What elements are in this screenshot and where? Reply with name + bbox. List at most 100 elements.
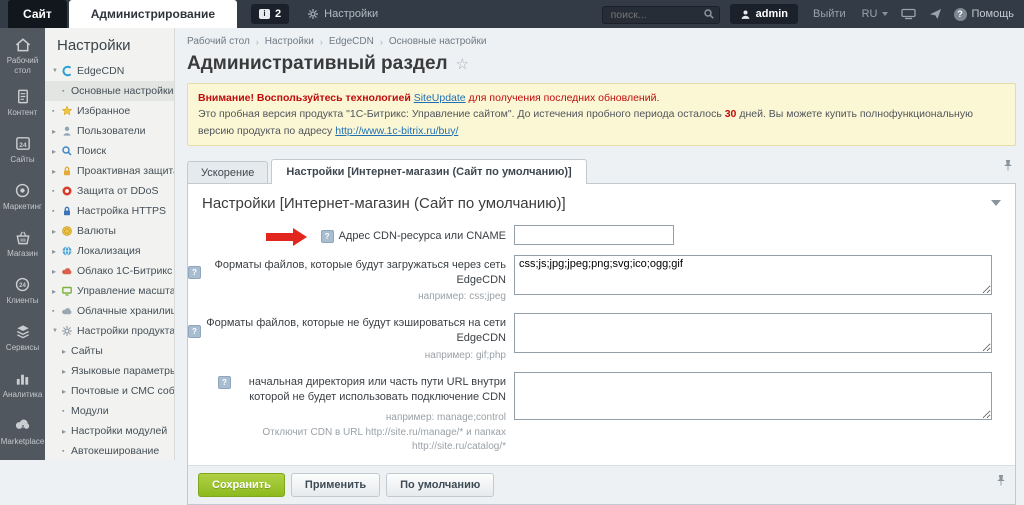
menu-item-search[interactable]: Поиск: [45, 141, 174, 161]
menu-item-scaling[interactable]: Управление масштабированием: [45, 281, 174, 301]
triangle-closed-icon: [62, 427, 71, 436]
user-menu-button[interactable]: admin: [729, 4, 799, 24]
language-selector[interactable]: RU: [862, 8, 888, 20]
menu-item-favorites[interactable]: Избранное: [45, 101, 174, 121]
basket-icon: [13, 229, 33, 246]
sidebar-item-content[interactable]: Контент: [0, 79, 45, 126]
edgecdn-icon: [61, 65, 77, 77]
tab-acceleration[interactable]: Ускорение: [187, 160, 269, 184]
cdn-address-input[interactable]: [514, 224, 674, 245]
settings-menu: Настройки EdgeCDN Основные настройки Изб…: [45, 28, 175, 460]
lock-yellow-icon: [61, 165, 77, 177]
shield-red-icon: [61, 185, 77, 197]
triangle-closed-icon: [52, 127, 61, 136]
breadcrumb-separator: ›: [379, 36, 383, 47]
trial-days-left: 30: [724, 108, 737, 121]
menu-item-modules[interactable]: Модули: [45, 401, 174, 421]
apply-button[interactable]: Применить: [290, 472, 381, 497]
sidebar-item-clients[interactable]: 24 Клиенты: [0, 267, 45, 314]
menu-item-autocache[interactable]: Автокеширование: [45, 441, 174, 460]
bullet-icon: [62, 88, 71, 95]
tab-admin[interactable]: Администрирование: [68, 0, 238, 28]
menu-item-module-settings[interactable]: Настройки модулей: [45, 421, 174, 441]
globe-icon: [61, 245, 77, 257]
collapse-section-icon[interactable]: [991, 200, 1001, 207]
search-box: [601, 5, 720, 24]
triangle-closed-icon: [52, 167, 61, 176]
triangle-open-icon: [52, 328, 61, 334]
formats-nocache-textarea[interactable]: [514, 313, 992, 354]
menu-item-currencies[interactable]: Валюты: [45, 221, 174, 241]
form-row-cdn-address: ? Адрес CDN-ресурса или CNAME: [188, 221, 1015, 251]
favorite-star-icon[interactable]: ☆: [456, 55, 469, 73]
sidebar-item-desktop[interactable]: Рабочий стол: [0, 32, 45, 79]
tab-settings-shop[interactable]: Настройки [Интернет-магазин (Сайт по умо…: [271, 158, 587, 184]
help-icon[interactable]: ?: [188, 324, 201, 338]
menu-item-users[interactable]: Пользователи: [45, 121, 174, 141]
info-bubble-icon: i: [259, 9, 271, 19]
bullet-icon: [62, 448, 71, 455]
breadcrumb-link[interactable]: EdgeCDN: [329, 36, 374, 47]
sidebar-item-marketplace[interactable]: Marketplace: [0, 408, 45, 455]
coin-icon: [61, 225, 77, 237]
menu-item-proactive-protection[interactable]: Проактивная защита: [45, 161, 174, 181]
exclude-paths-textarea[interactable]: [514, 372, 992, 421]
sidebar-item-analytics[interactable]: Аналитика: [0, 361, 45, 408]
menu-item-mail-sms-events[interactable]: Почтовые и СМС события: [45, 381, 174, 401]
sidebar-item-marketing[interactable]: Маркетинг: [0, 173, 45, 220]
pin-panel-icon[interactable]: [929, 8, 942, 20]
form-tabs: Ускорение Настройки [Интернет-магазин (С…: [187, 158, 1016, 184]
formats-load-textarea[interactable]: css;js;jpg;jpeg;png;svg;ico;ogg;gif: [514, 254, 992, 295]
topbar-settings-button[interactable]: Настройки: [307, 0, 378, 28]
help-icon[interactable]: ?: [218, 376, 231, 390]
field-label: Адрес CDN-ресурса или CNAME: [338, 230, 506, 243]
menu-item-https[interactable]: Настройка HTTPS: [45, 201, 174, 221]
notifications-badge[interactable]: i 2: [251, 4, 290, 24]
search-icon: [61, 145, 77, 157]
form-row-formats-nocache: ? Форматы файлов, которые не будут кэшир…: [188, 309, 1015, 368]
settings-menu-title: Настройки: [57, 37, 131, 54]
breadcrumb-link[interactable]: Рабочий стол: [187, 36, 250, 47]
bullet-icon: [52, 208, 61, 215]
help-button[interactable]: ? Помощь: [953, 7, 1014, 21]
svg-text:24: 24: [19, 282, 26, 289]
menu-item-product-settings[interactable]: Настройки продукта: [45, 321, 174, 341]
bullet-icon: [52, 308, 61, 315]
triangle-closed-icon: [52, 247, 61, 256]
menu-item-language-params[interactable]: Языковые параметры: [45, 361, 174, 381]
triangle-closed-icon: [52, 287, 61, 296]
sidebar-item-shop[interactable]: Магазин: [0, 220, 45, 267]
help-icon[interactable]: ?: [188, 266, 201, 280]
menu-item-bitrix-cloud[interactable]: Облако 1С-Битрикс: [45, 261, 174, 281]
breadcrumb-link[interactable]: Настройки: [265, 36, 314, 47]
sidebar-item-services[interactable]: Сервисы: [0, 314, 45, 361]
page-title: Административный раздел: [187, 53, 448, 74]
cloud-download-icon: [13, 417, 33, 434]
sidebar-item-sites[interactable]: 24 Сайты: [0, 126, 45, 173]
search-icon[interactable]: [703, 8, 715, 20]
menu-item-localization[interactable]: Локализация: [45, 241, 174, 261]
hotkeys-icon[interactable]: [900, 8, 916, 20]
triangle-closed-icon: [52, 267, 61, 276]
breadcrumb-link[interactable]: Основные настройки: [389, 36, 487, 47]
default-button[interactable]: По умолчанию: [386, 472, 495, 497]
menu-item-cloud-storage[interactable]: Облачные хранилища: [45, 301, 174, 321]
save-button[interactable]: Сохранить: [198, 472, 285, 497]
triangle-open-icon: [52, 68, 61, 74]
menu-item-ddos[interactable]: Защита от DDoS: [45, 181, 174, 201]
main-sidebar: Рабочий стол Контент 24 Сайты Маркетинг …: [0, 28, 45, 460]
logout-link[interactable]: Выйти: [813, 8, 846, 20]
menu-item-edgecdn[interactable]: EdgeCDN: [45, 61, 174, 81]
buy-link[interactable]: http://www.1c-bitrix.ru/buy/: [335, 125, 458, 137]
red-arrow-pointer: [265, 227, 307, 246]
top-bar: Сайт Администрирование i 2 Настройки adm…: [0, 0, 1024, 28]
cloud-red-icon: [61, 265, 77, 277]
user-name: admin: [755, 8, 789, 20]
pushpin-icon[interactable]: [1002, 159, 1014, 172]
menu-item-sites[interactable]: Сайты: [45, 341, 174, 361]
pushpin-icon[interactable]: [995, 474, 1007, 487]
menu-item-main-settings[interactable]: Основные настройки: [45, 81, 174, 101]
siteupdate-link[interactable]: SiteUpdate: [414, 92, 466, 104]
help-icon[interactable]: ?: [320, 230, 334, 244]
tab-site[interactable]: Сайт: [8, 0, 67, 28]
